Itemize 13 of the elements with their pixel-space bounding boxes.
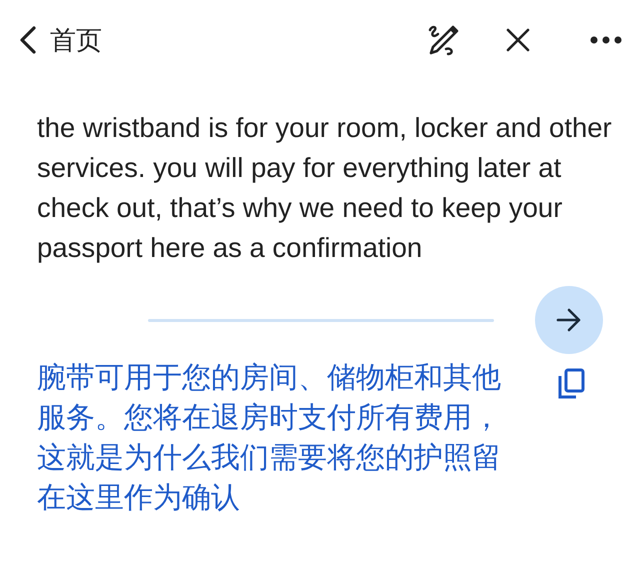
more-button[interactable] xyxy=(590,36,622,44)
more-icon xyxy=(590,36,622,44)
pen-squiggle-icon xyxy=(426,24,460,56)
handwriting-button[interactable] xyxy=(426,24,460,56)
translation-text: 腕带可用于您的房间、储物柜和其他服务。您将在退房时支付所有费用，这就是为什么我们需要将您的护照留在这里作为确认 xyxy=(37,361,502,516)
close-icon xyxy=(506,28,530,52)
copy-icon xyxy=(557,368,585,400)
close-button[interactable] xyxy=(506,28,530,52)
source-text: the wristband is for your room, locker and other services. you will pay for everything later at check out, that’s why we need to keep your passport here as a confirmation xyxy=(37,111,613,265)
chevron-left-icon xyxy=(18,25,38,55)
arrow-right-icon xyxy=(556,308,582,332)
back-button[interactable]: 首页 xyxy=(18,22,102,58)
copy-button[interactable] xyxy=(557,368,585,400)
